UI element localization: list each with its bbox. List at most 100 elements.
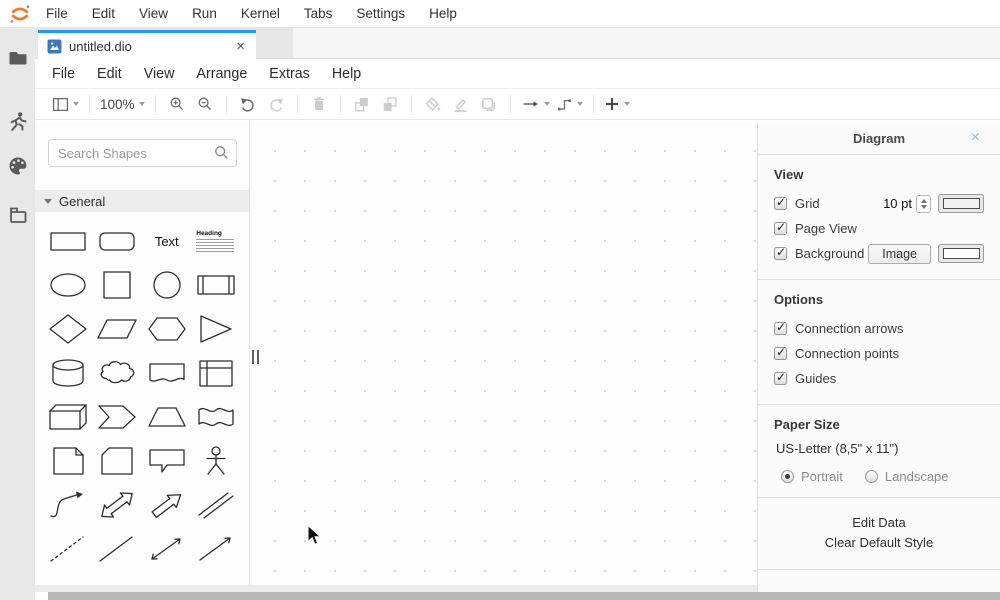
drawio-menu-extras[interactable]: Extras bbox=[258, 60, 321, 88]
horizontal-scrollbar[interactable] bbox=[48, 592, 1000, 600]
jupyterlab-menu-items: File Edit View Run Kernel Tabs Settings Help bbox=[38, 0, 465, 27]
edit-data-link[interactable]: Edit Data bbox=[758, 513, 1000, 533]
shape-textbox-preview: Heading bbox=[196, 230, 236, 252]
section-general-header[interactable]: General bbox=[35, 190, 249, 212]
page-setup-button[interactable] bbox=[52, 92, 79, 116]
grid-label: Grid bbox=[795, 196, 820, 211]
paper-size-select[interactable]: US-Letter (8,5" x 11") bbox=[776, 441, 984, 456]
shape-tape[interactable] bbox=[192, 395, 242, 439]
zoom-level-dropdown[interactable]: 100% bbox=[100, 92, 145, 116]
shape-ellipse[interactable] bbox=[43, 263, 93, 307]
guides-checkbox[interactable] bbox=[774, 372, 787, 385]
shape-curve[interactable] bbox=[43, 483, 93, 527]
shape-process[interactable] bbox=[192, 263, 242, 307]
shadow-button[interactable] bbox=[478, 92, 500, 116]
shape-cylinder[interactable] bbox=[43, 351, 93, 395]
undo-button[interactable] bbox=[237, 92, 259, 116]
jl-menu-settings[interactable]: Settings bbox=[348, 0, 413, 27]
running-sessions-icon[interactable] bbox=[7, 110, 29, 132]
waypoints-style-button[interactable] bbox=[556, 92, 583, 116]
diagram-canvas[interactable] bbox=[251, 122, 757, 585]
connection-style-button[interactable] bbox=[521, 92, 550, 116]
file-browser-icon[interactable] bbox=[7, 47, 29, 69]
tab-close-icon[interactable]: × bbox=[234, 38, 247, 55]
landscape-radio[interactable] bbox=[865, 470, 878, 483]
view-heading: View bbox=[774, 167, 984, 182]
page-view-checkbox[interactable] bbox=[774, 222, 787, 235]
connection-points-checkbox[interactable] bbox=[774, 347, 787, 360]
insert-button[interactable] bbox=[604, 92, 630, 116]
shape-directional-connector[interactable] bbox=[192, 527, 242, 571]
mouse-cursor bbox=[307, 525, 322, 546]
shape-hexagon[interactable] bbox=[142, 307, 192, 351]
zoom-out-button[interactable] bbox=[194, 92, 216, 116]
line-color-button[interactable] bbox=[450, 92, 472, 116]
shape-square[interactable] bbox=[93, 263, 143, 307]
command-palette-icon[interactable] bbox=[7, 155, 29, 177]
shape-actor[interactable] bbox=[192, 439, 242, 483]
shape-rounded-rectangle[interactable] bbox=[93, 219, 143, 263]
shape-text[interactable]: Text bbox=[142, 219, 192, 263]
background-checkbox[interactable] bbox=[774, 247, 787, 260]
grid-color-swatch[interactable] bbox=[938, 194, 984, 213]
shape-trapezoid[interactable] bbox=[142, 395, 192, 439]
drawio-menu-file[interactable]: File bbox=[41, 60, 86, 88]
open-tabs-icon[interactable] bbox=[7, 204, 29, 226]
panel-resize-grip[interactable] bbox=[252, 350, 259, 364]
shape-bidirectional-arrow[interactable] bbox=[93, 483, 143, 527]
format-panel-close-icon[interactable]: × bbox=[971, 129, 980, 147]
jl-menu-view[interactable]: View bbox=[131, 0, 176, 27]
shape-note[interactable] bbox=[43, 439, 93, 483]
clear-default-style-link[interactable]: Clear Default Style bbox=[758, 533, 1000, 553]
shape-line[interactable] bbox=[93, 527, 143, 571]
shape-callout[interactable] bbox=[142, 439, 192, 483]
background-image-button[interactable]: Image bbox=[868, 244, 931, 264]
shape-triangle[interactable] bbox=[192, 307, 242, 351]
jl-menu-file[interactable]: File bbox=[38, 0, 76, 27]
section-general-label: General bbox=[59, 194, 105, 209]
shape-rectangle[interactable] bbox=[43, 219, 93, 263]
drawio-menu-help[interactable]: Help bbox=[321, 60, 372, 88]
toolbar-separator bbox=[411, 95, 412, 113]
shape-card[interactable] bbox=[93, 439, 143, 483]
tab-untitled-dio[interactable]: untitled.dio × bbox=[38, 30, 256, 59]
connection-arrows-checkbox[interactable] bbox=[774, 322, 787, 335]
jl-menu-kernel[interactable]: Kernel bbox=[233, 0, 288, 27]
paper-size-section: Paper Size US-Letter (8,5" x 11") Portra… bbox=[758, 405, 1000, 498]
grid-checkbox[interactable] bbox=[774, 197, 787, 210]
shape-textbox[interactable]: Heading bbox=[192, 219, 242, 263]
shape-step[interactable] bbox=[93, 395, 143, 439]
shape-bidirectional-connector[interactable] bbox=[142, 527, 192, 571]
zoom-in-button[interactable] bbox=[166, 92, 188, 116]
to-back-button[interactable] bbox=[379, 92, 401, 116]
drawio-menu-edit[interactable]: Edit bbox=[86, 60, 133, 88]
drawio-menu-view[interactable]: View bbox=[133, 60, 186, 88]
drawio-editor: FileEditViewArrangeExtrasHelp 100% bbox=[35, 60, 1000, 592]
shape-internal-storage[interactable] bbox=[192, 351, 242, 395]
jl-menu-run[interactable]: Run bbox=[184, 0, 225, 27]
grid-size-stepper[interactable] bbox=[916, 195, 931, 213]
shape-document[interactable] bbox=[142, 351, 192, 395]
to-front-button[interactable] bbox=[351, 92, 373, 116]
redo-button[interactable] bbox=[265, 92, 287, 116]
shape-dashed-line[interactable] bbox=[43, 527, 93, 571]
shape-parallelogram[interactable] bbox=[93, 307, 143, 351]
jl-menu-help[interactable]: Help bbox=[421, 0, 465, 27]
grid-size-value[interactable]: 10 pt bbox=[883, 196, 912, 211]
fill-color-button[interactable] bbox=[422, 92, 444, 116]
drawio-menu-arrange[interactable]: Arrange bbox=[185, 60, 258, 88]
textbox-heading-label: Heading bbox=[196, 230, 236, 237]
delete-button[interactable] bbox=[308, 92, 330, 116]
shape-arrow[interactable] bbox=[142, 483, 192, 527]
shape-cloud[interactable] bbox=[93, 351, 143, 395]
shape-search-input[interactable] bbox=[48, 139, 237, 167]
portrait-radio[interactable] bbox=[781, 470, 794, 483]
shape-link[interactable] bbox=[192, 483, 242, 527]
caret-down-icon bbox=[624, 102, 630, 106]
jl-menu-edit[interactable]: Edit bbox=[84, 0, 123, 27]
shape-circle[interactable] bbox=[142, 263, 192, 307]
background-color-swatch[interactable] bbox=[938, 244, 984, 263]
shape-diamond[interactable] bbox=[43, 307, 93, 351]
shape-cube[interactable] bbox=[43, 395, 93, 439]
jl-menu-tabs[interactable]: Tabs bbox=[296, 0, 341, 27]
